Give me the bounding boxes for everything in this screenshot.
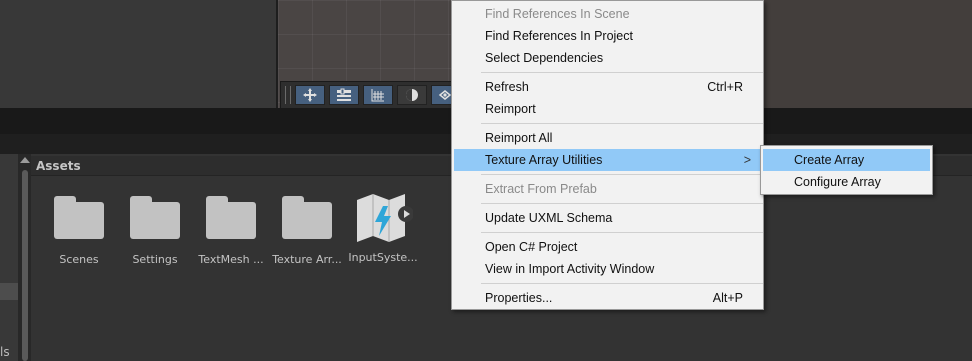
menu-item-update-uxml-schema[interactable]: Update UXML Schema — [452, 207, 763, 229]
menu-separator — [481, 203, 763, 204]
folder-icon — [206, 194, 256, 239]
asset-label: TextMesh ... — [198, 253, 264, 266]
folder-icon — [54, 194, 104, 239]
menu-item-label: Find References In Scene — [485, 7, 630, 21]
shading-mode-icon — [406, 89, 418, 101]
menu-item-properties[interactable]: Properties... Alt+P — [452, 287, 763, 309]
grid-snap-icon — [371, 89, 384, 102]
menu-item-label: Create Array — [794, 153, 865, 167]
folder-icon — [130, 194, 180, 239]
asset-item-scenes[interactable]: Scenes — [41, 194, 117, 266]
menu-item-label: Texture Array Utilities — [485, 153, 603, 167]
hierarchy-panel — [0, 0, 276, 108]
menu-item-find-references-in-project[interactable]: Find References In Project — [452, 25, 763, 47]
menu-item-label: Reimport — [485, 102, 536, 116]
input-system-asset-icon — [353, 192, 414, 242]
menu-item-label: Open C# Project — [485, 240, 578, 254]
menu-separator — [481, 174, 763, 175]
asset-item-settings[interactable]: Settings — [117, 194, 193, 266]
tree-item-label: ls — [0, 345, 10, 359]
folder-icon — [282, 194, 332, 239]
menu-item-open-csharp-project[interactable]: Open C# Project — [452, 236, 763, 258]
menu-item-label: Update UXML Schema — [485, 211, 613, 225]
scroll-up-arrow-icon[interactable] — [20, 157, 30, 163]
asset-label: Settings — [132, 253, 178, 266]
grid-snap-button[interactable] — [363, 85, 393, 105]
menu-item-label: Select Dependencies — [485, 51, 604, 65]
rect-tool-icon — [337, 88, 351, 101]
menu-shortcut: Alt+P — [712, 291, 743, 305]
submenu-arrow-icon: > — [743, 153, 751, 167]
menu-item-label: Refresh — [485, 80, 529, 94]
project-tree-panel — [0, 154, 18, 361]
asset-item-inputsystem[interactable]: InputSyste... — [345, 194, 421, 264]
menu-item-extract-from-prefab: Extract From Prefab — [452, 178, 763, 200]
menu-item-select-dependencies[interactable]: Select Dependencies — [452, 47, 763, 69]
texture-array-submenu: Create Array Configure Array — [760, 145, 933, 195]
menu-item-label: Properties... — [485, 291, 553, 305]
asset-item-texture-array[interactable]: Texture Arr... — [269, 194, 345, 266]
menu-item-refresh[interactable]: Refresh Ctrl+R — [452, 76, 763, 98]
scene-tool-overlay — [280, 81, 462, 109]
menu-separator — [481, 283, 763, 284]
menu-item-label: Configure Array — [794, 175, 881, 189]
menu-item-label: View in Import Activity Window — [485, 262, 655, 276]
menu-separator — [481, 72, 763, 73]
rect-tool-button[interactable] — [329, 85, 359, 105]
menu-item-texture-array-utilities[interactable]: Texture Array Utilities > — [454, 149, 761, 171]
menu-item-label: Find References In Project — [485, 29, 633, 43]
menu-item-label: Reimport All — [485, 131, 553, 145]
asset-label: Texture Arr... — [272, 253, 342, 266]
move-tool-button[interactable] — [295, 85, 325, 105]
context-menu: Find References In Scene Find References… — [451, 0, 764, 310]
menu-item-label: Extract From Prefab — [485, 182, 597, 196]
asset-label: Scenes — [59, 253, 99, 266]
asset-item-textmesh[interactable]: TextMesh ... — [193, 194, 269, 266]
submenu-item-create-array[interactable]: Create Array — [763, 149, 930, 171]
menu-item-reimport[interactable]: Reimport — [452, 98, 763, 120]
menu-separator — [481, 232, 763, 233]
overlay-drag-handle[interactable] — [285, 86, 291, 104]
move-tool-icon — [303, 88, 317, 102]
tree-selected-row[interactable] — [0, 283, 18, 300]
submenu-item-configure-array[interactable]: Configure Array — [763, 171, 930, 193]
menu-item-reimport-all[interactable]: Reimport All — [452, 127, 763, 149]
menu-shortcut: Ctrl+R — [707, 80, 743, 94]
menu-separator — [481, 123, 763, 124]
menu-item-view-in-import-activity-window[interactable]: View in Import Activity Window — [452, 258, 763, 280]
menu-item-find-references-in-scene: Find References In Scene — [452, 3, 763, 25]
shading-mode-button[interactable] — [397, 85, 427, 105]
scene-view-edge — [764, 0, 972, 108]
asset-label: InputSyste... — [348, 251, 418, 264]
tree-scrollbar[interactable] — [22, 170, 28, 361]
